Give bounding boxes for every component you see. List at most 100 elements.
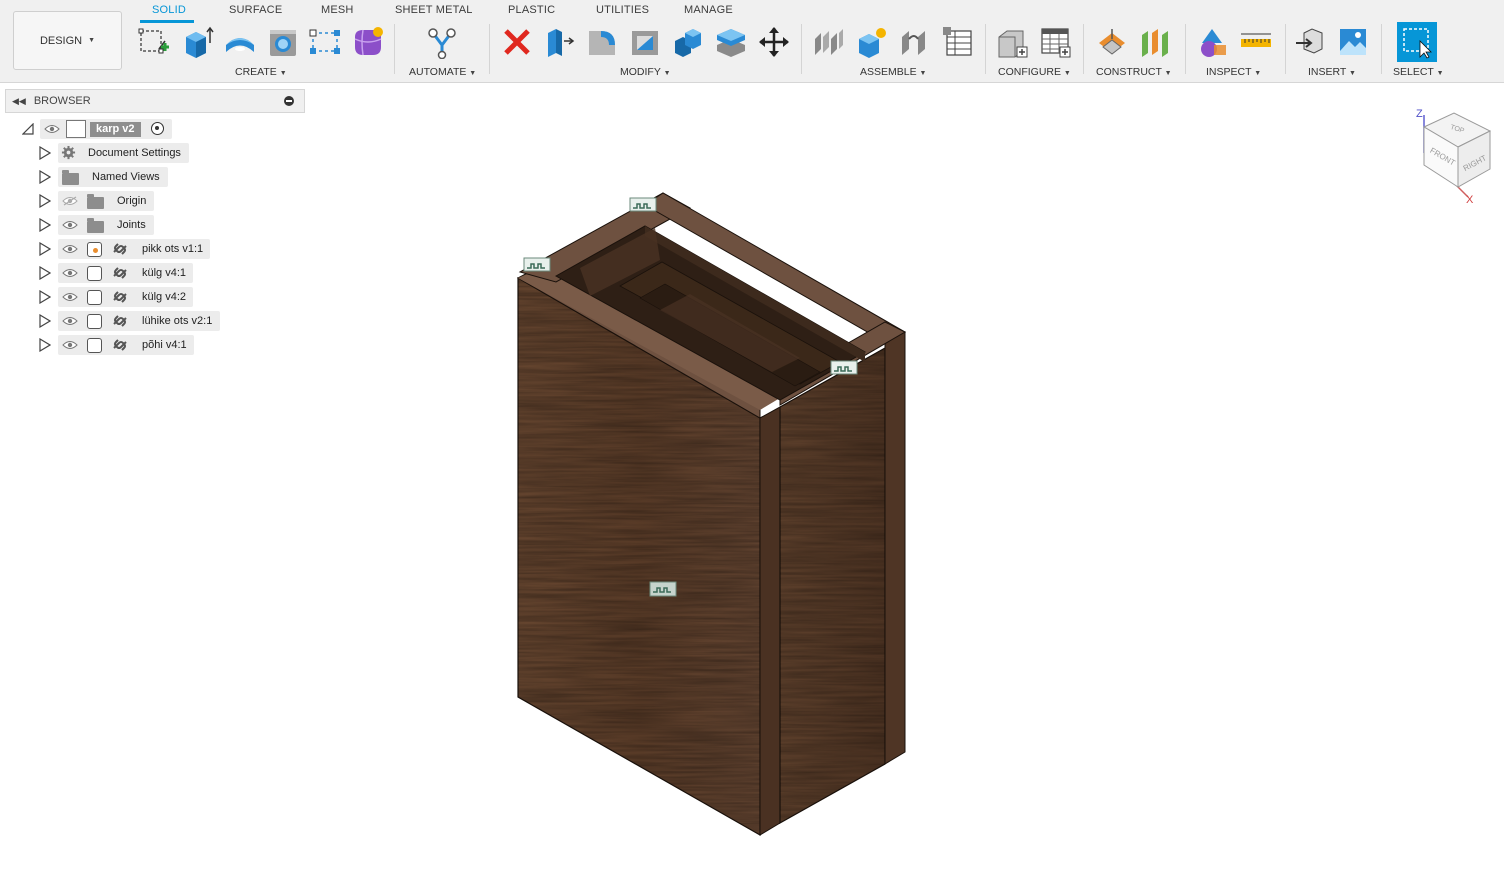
tree-item-label: Joints <box>117 219 146 231</box>
tab-sheet-metal[interactable]: SHEET METAL <box>395 4 473 16</box>
minimize-icon[interactable] <box>284 96 294 106</box>
delete-x-icon <box>504 29 530 55</box>
measure-button[interactable] <box>1238 24 1274 60</box>
joint-marker[interactable] <box>523 257 551 272</box>
configuration-table-button[interactable] <box>1037 24 1073 60</box>
select-button[interactable] <box>1397 22 1437 62</box>
workspace-switcher[interactable]: DESIGN ▼ <box>13 11 122 70</box>
tree-expand-icon[interactable] <box>39 266 51 280</box>
group-configure-label[interactable]: CONFIGURE ▼ <box>998 66 1071 78</box>
interference-button[interactable] <box>1195 24 1231 60</box>
collapse-panel-icon[interactable]: ◀◀ <box>12 96 26 107</box>
joint-marker[interactable] <box>649 581 677 597</box>
revolve-icon <box>226 38 254 52</box>
tree-expand-icon[interactable] <box>39 146 51 160</box>
as-built-joint-button[interactable] <box>897 24 933 60</box>
root-component-label[interactable]: karp v2 <box>90 122 141 137</box>
component-icon <box>87 338 102 353</box>
visibility-hidden-icon[interactable] <box>62 196 78 206</box>
tab-mesh[interactable]: MESH <box>321 4 354 16</box>
tree-expand-icon[interactable] <box>39 242 51 256</box>
insert-canvas-button[interactable] <box>1335 24 1371 60</box>
divider <box>1285 24 1286 74</box>
group-automate-label[interactable]: AUTOMATE ▼ <box>409 66 476 78</box>
tree-item-label: Origin <box>117 195 147 207</box>
configure-button[interactable] <box>994 24 1030 60</box>
pattern-button[interactable] <box>307 24 343 60</box>
bill-of-materials-button[interactable] <box>940 24 976 60</box>
visibility-eye-icon[interactable] <box>62 220 78 230</box>
tab-manage[interactable]: MANAGE <box>684 4 733 16</box>
group-modify-label[interactable]: MODIFY ▼ <box>620 66 671 78</box>
visibility-eye-icon[interactable] <box>62 292 78 302</box>
midplane-icon <box>1142 29 1168 57</box>
visibility-eye-icon[interactable] <box>62 340 78 350</box>
fillet-icon <box>589 31 615 55</box>
press-pull-button[interactable] <box>541 24 577 60</box>
insert-derive-icon <box>1296 28 1323 54</box>
tab-solid[interactable]: SOLID <box>152 4 186 16</box>
divider <box>801 24 802 74</box>
gear-icon <box>61 145 76 160</box>
create-sketch-button[interactable] <box>136 24 172 60</box>
joint-marker[interactable] <box>629 197 657 212</box>
document-icon <box>66 120 86 138</box>
group-inspect-label[interactable]: INSPECT ▼ <box>1206 66 1261 78</box>
group-insert-label[interactable]: INSERT ▼ <box>1308 66 1356 78</box>
revolve-button[interactable] <box>222 24 258 60</box>
visibility-eye-icon[interactable] <box>44 124 60 134</box>
fillet-button[interactable] <box>584 24 620 60</box>
folder-icon <box>87 194 104 209</box>
view-cube[interactable]: Z X TOP FRONT RIGHT <box>1410 105 1502 205</box>
active-tab-indicator <box>140 20 194 23</box>
activate-radio-icon[interactable] <box>151 122 164 135</box>
midplane-button[interactable] <box>1137 24 1173 60</box>
insert-derive-button[interactable] <box>1293 24 1329 60</box>
canvas-viewport[interactable] <box>0 84 1504 889</box>
browser-title: BROWSER <box>33 95 91 107</box>
tree-expand-icon[interactable] <box>39 314 51 328</box>
visibility-eye-icon[interactable] <box>62 244 78 254</box>
tree-expand-icon[interactable] <box>39 218 51 232</box>
move-copy-button[interactable] <box>756 24 792 60</box>
visibility-eye-icon[interactable] <box>62 268 78 278</box>
tab-utilities[interactable]: UTILITIES <box>596 4 649 16</box>
offset-plane-button[interactable] <box>1094 24 1130 60</box>
group-create-label[interactable]: CREATE ▼ <box>235 66 287 78</box>
configuration-table-icon <box>1041 28 1071 58</box>
visibility-eye-icon[interactable] <box>62 316 78 326</box>
axis-z-label: Z <box>1416 108 1423 120</box>
rectangular-pattern-icon <box>309 29 340 54</box>
image-canvas-icon <box>1340 29 1366 55</box>
new-component-button[interactable] <box>811 24 847 60</box>
browser-panel-header[interactable]: ◀◀ BROWSER <box>5 89 305 113</box>
tree-item-label: Document Settings <box>88 147 181 159</box>
hole-button[interactable] <box>265 24 301 60</box>
tree-expand-icon[interactable] <box>39 290 51 304</box>
divider <box>489 24 490 74</box>
tab-surface[interactable]: SURFACE <box>229 4 282 16</box>
tree-expand-icon[interactable] <box>39 170 51 184</box>
tree-collapse-icon[interactable] <box>22 123 34 135</box>
group-construct-label[interactable]: CONSTRUCT ▼ <box>1096 66 1172 78</box>
workspace-label: DESIGN <box>39 34 83 47</box>
link-icon <box>113 243 127 255</box>
wooden-box-model[interactable] <box>516 192 907 837</box>
group-select-label[interactable]: SELECT ▼ <box>1393 66 1444 78</box>
tree-item-label: külg v4:1 <box>142 267 187 279</box>
combine-button[interactable] <box>670 24 706 60</box>
assemble-new-button[interactable] <box>854 24 890 60</box>
extrude-button[interactable] <box>179 24 215 60</box>
link-icon <box>113 267 127 279</box>
joint-marker[interactable] <box>830 360 858 375</box>
tab-plastic[interactable]: PLASTIC <box>508 4 555 16</box>
component-icon <box>87 266 102 281</box>
group-assemble-label[interactable]: ASSEMBLE ▼ <box>860 66 926 78</box>
offset-face-button[interactable] <box>713 24 749 60</box>
tree-expand-icon[interactable] <box>39 338 51 352</box>
shell-button[interactable] <box>627 24 663 60</box>
delete-button[interactable] <box>499 24 535 60</box>
automate-button[interactable] <box>424 24 460 60</box>
create-form-button[interactable] <box>350 24 386 60</box>
tree-expand-icon[interactable] <box>39 194 51 208</box>
